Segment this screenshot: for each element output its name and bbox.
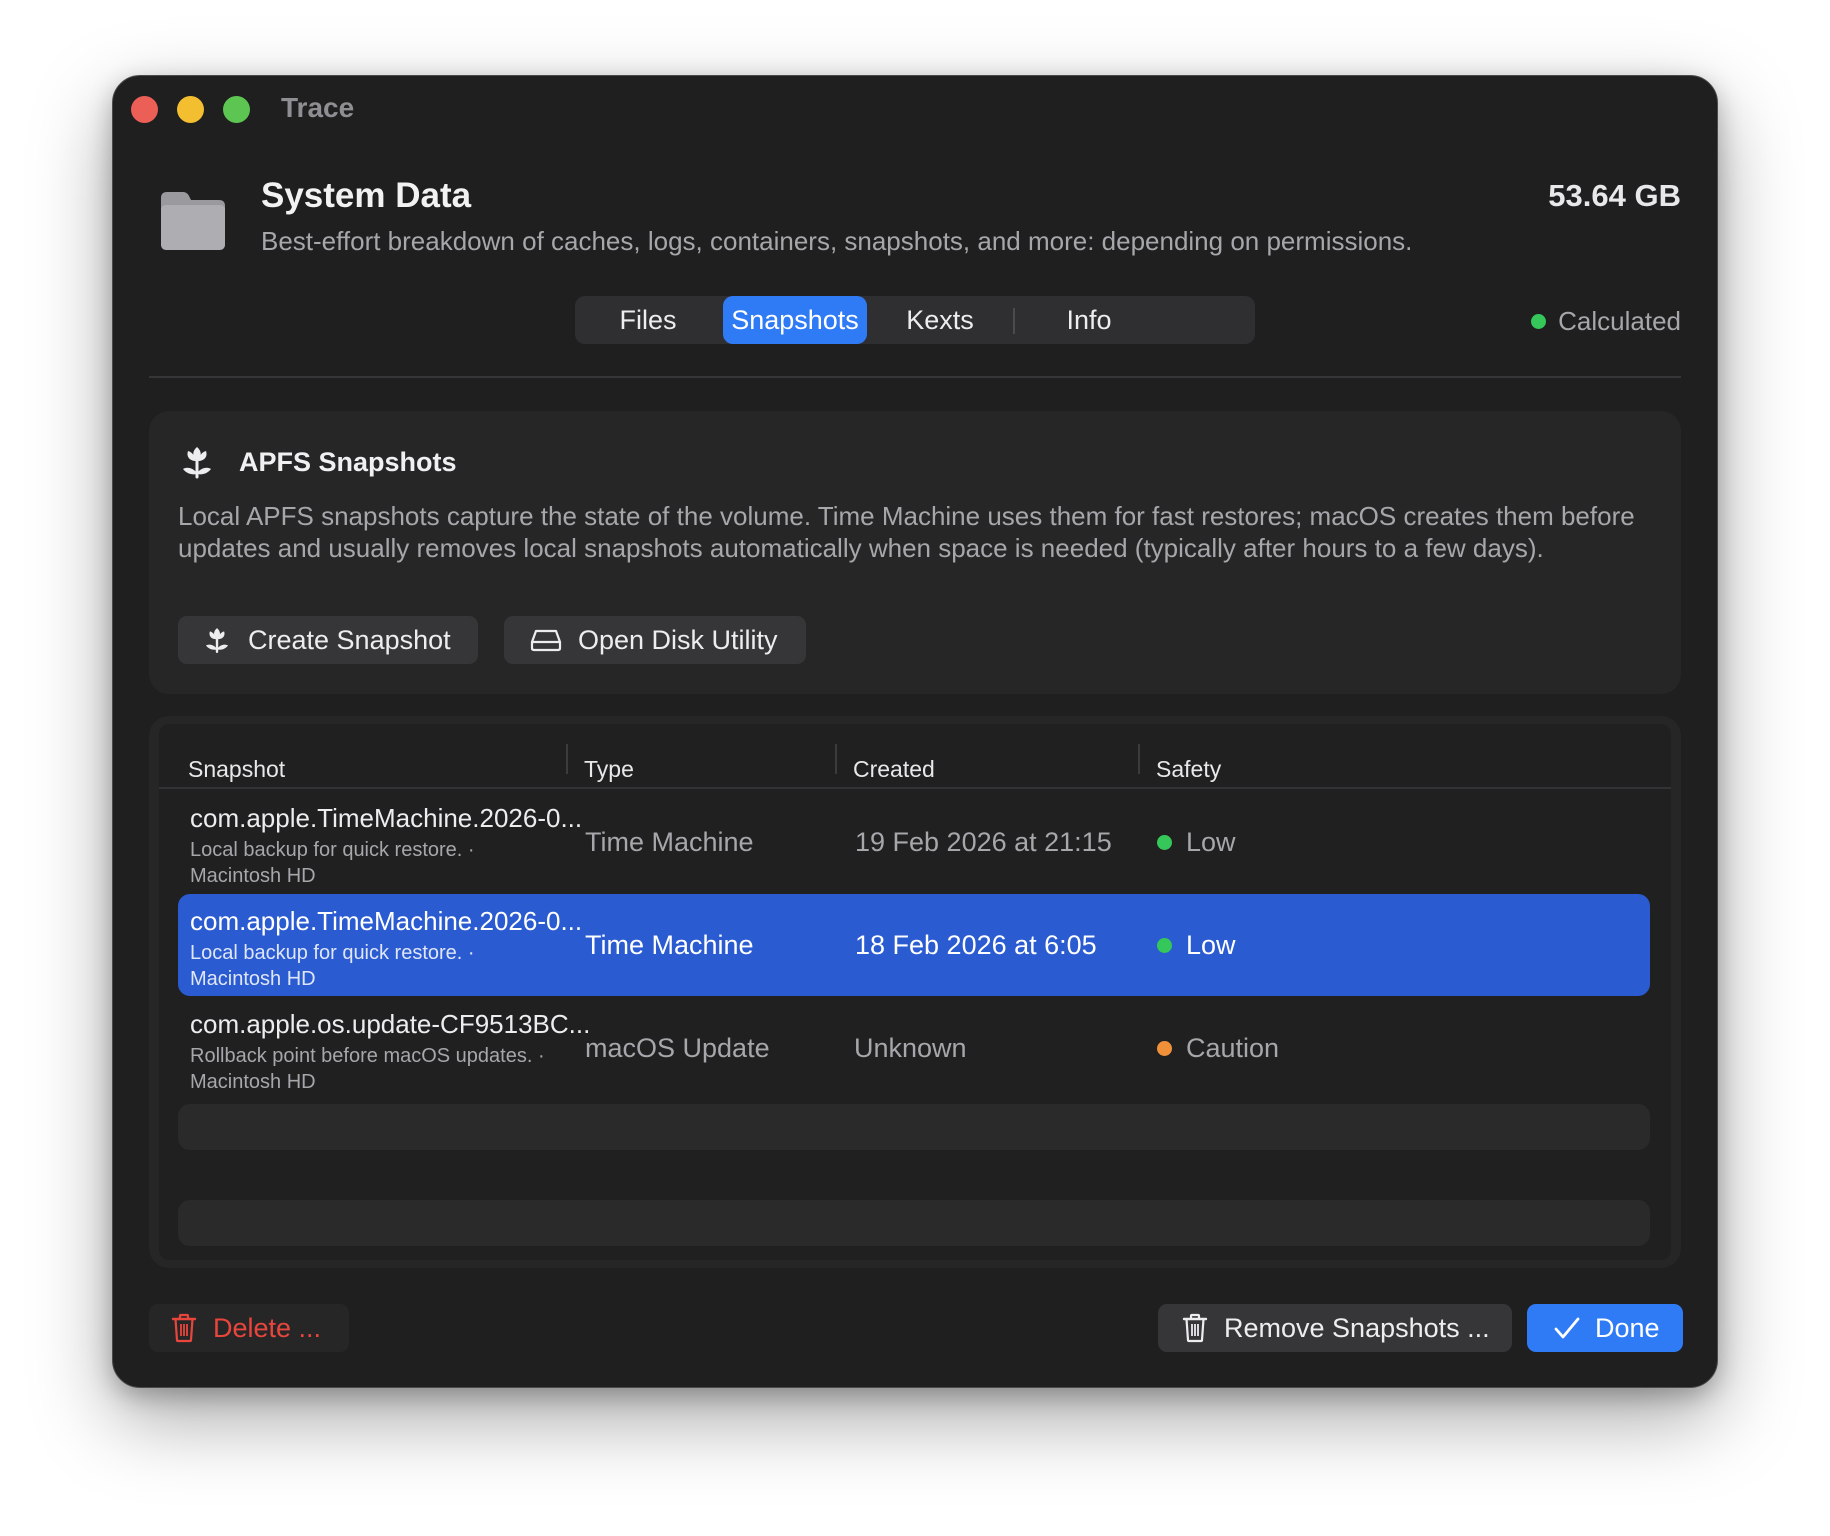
column-divider xyxy=(835,744,837,774)
column-header-safety[interactable]: Safety xyxy=(1156,756,1221,783)
safety-dot xyxy=(1157,1041,1172,1056)
table-row[interactable]: com.apple.os.update-CF9513BC... Rollback… xyxy=(178,997,1650,1099)
minimize-window-button[interactable] xyxy=(177,96,204,123)
safety-label: Low xyxy=(1186,930,1236,960)
snapshot-volume: Macintosh HD xyxy=(190,968,316,990)
snapshots-table: Snapshot Type Created Safety com.apple.T… xyxy=(159,724,1671,1260)
snapshot-name: com.apple.TimeMachine.2026-0... xyxy=(190,906,583,936)
tab-info[interactable]: Info xyxy=(1019,296,1159,344)
trash-icon xyxy=(1182,1313,1208,1343)
snapshot-description-line: Local backup for quick restore. · xyxy=(190,942,475,964)
remove-snapshots-label: Remove Snapshots ... xyxy=(1224,1312,1490,1343)
snapshot-created: Unknown xyxy=(854,1033,967,1063)
calculation-status: Calculated xyxy=(1531,306,1681,337)
safety-label: Low xyxy=(1186,827,1236,857)
snapshot-description: Local backup for quick restore. · Macint… xyxy=(190,940,475,992)
safety-dot xyxy=(1157,835,1172,850)
tab-kexts[interactable]: Kexts xyxy=(871,296,1009,344)
column-header-created[interactable]: Created xyxy=(853,756,935,783)
snapshot-safety: Caution xyxy=(1157,1033,1279,1064)
tab-segmented-control: Files Snapshots Kexts Info xyxy=(575,296,1255,344)
empty-row xyxy=(178,1104,1650,1150)
close-window-button[interactable] xyxy=(131,96,158,123)
header-subtitle: Best-effort breakdown of caches, logs, c… xyxy=(261,226,1413,256)
status-dot xyxy=(1531,314,1547,329)
header-divider xyxy=(149,376,1681,378)
table-header-divider xyxy=(159,787,1671,789)
column-divider xyxy=(1138,744,1140,774)
snapshot-description: Rollback point before macOS updates. · M… xyxy=(190,1043,545,1095)
snapshot-safety: Low xyxy=(1157,827,1236,858)
create-snapshot-label: Create Snapshot xyxy=(248,624,451,655)
snapshot-type: Time Machine xyxy=(585,827,754,857)
snapshot-safety: Low xyxy=(1157,930,1236,961)
empty-row xyxy=(178,1200,1650,1246)
remove-snapshots-button[interactable]: Remove Snapshots ... xyxy=(1158,1304,1512,1352)
drive-icon xyxy=(530,629,562,652)
delete-label: Delete ... xyxy=(213,1312,322,1343)
header-title: System Data xyxy=(261,176,472,215)
column-header-snapshot[interactable]: Snapshot xyxy=(188,756,285,783)
checkmark-icon xyxy=(1554,1317,1580,1339)
snapshot-created: 19 Feb 2026 at 21:15 xyxy=(855,827,1112,857)
table-row[interactable]: com.apple.TimeMachine.2026-0... Local ba… xyxy=(178,791,1650,893)
open-disk-utility-label: Open Disk Utility xyxy=(578,624,778,655)
snapshot-type: Time Machine xyxy=(585,930,754,960)
done-label: Done xyxy=(1595,1312,1660,1343)
window-title: Trace xyxy=(281,92,355,123)
table-row[interactable]: com.apple.TimeMachine.2026-0... Local ba… xyxy=(178,894,1650,996)
snapshots-table-card: Snapshot Type Created Safety com.apple.T… xyxy=(149,716,1681,1268)
snapshot-description-line: Local backup for quick restore. · xyxy=(190,839,475,861)
snapshot-description-line: Rollback point before macOS updates. · xyxy=(190,1045,545,1067)
snapshot-description: Local backup for quick restore. · Macint… xyxy=(190,837,475,889)
column-divider xyxy=(566,744,568,774)
create-snapshot-button[interactable]: Create Snapshot xyxy=(178,616,478,664)
done-button[interactable]: Done xyxy=(1527,1304,1683,1352)
delete-button[interactable]: Delete ... xyxy=(149,1304,349,1352)
title-bar: Trace xyxy=(113,76,1717,140)
flower-icon xyxy=(183,447,211,479)
snapshot-volume: Macintosh HD xyxy=(190,1071,316,1093)
tab-snapshots[interactable]: Snapshots xyxy=(723,296,867,344)
snapshot-volume: Macintosh HD xyxy=(190,865,316,887)
snapshot-name: com.apple.TimeMachine.2026-0... xyxy=(190,803,583,833)
apfs-description: Local APFS snapshots capture the state o… xyxy=(178,501,1635,563)
flower-icon xyxy=(205,628,229,654)
safety-label: Caution xyxy=(1186,1033,1280,1063)
tab-divider xyxy=(1013,308,1015,334)
snapshot-name: com.apple.os.update-CF9513BC... xyxy=(190,1009,591,1039)
status-label: Calculated xyxy=(1558,306,1681,336)
snapshot-type: macOS Update xyxy=(585,1033,770,1063)
folder-icon xyxy=(161,192,225,250)
open-disk-utility-button[interactable]: Open Disk Utility xyxy=(504,616,806,664)
total-size: 53.64 GB xyxy=(1548,178,1681,213)
apfs-title: APFS Snapshots xyxy=(239,447,457,477)
tab-files[interactable]: Files xyxy=(583,296,713,344)
app-window: Trace System Data Best-effort breakdown … xyxy=(112,75,1718,1388)
trash-icon xyxy=(171,1313,197,1343)
zoom-window-button[interactable] xyxy=(223,96,250,123)
apfs-info-card: APFS Snapshots Local APFS snapshots capt… xyxy=(149,411,1681,694)
snapshot-created: 18 Feb 2026 at 6:05 xyxy=(855,930,1097,960)
safety-dot xyxy=(1157,938,1172,953)
column-header-type[interactable]: Type xyxy=(584,756,634,783)
